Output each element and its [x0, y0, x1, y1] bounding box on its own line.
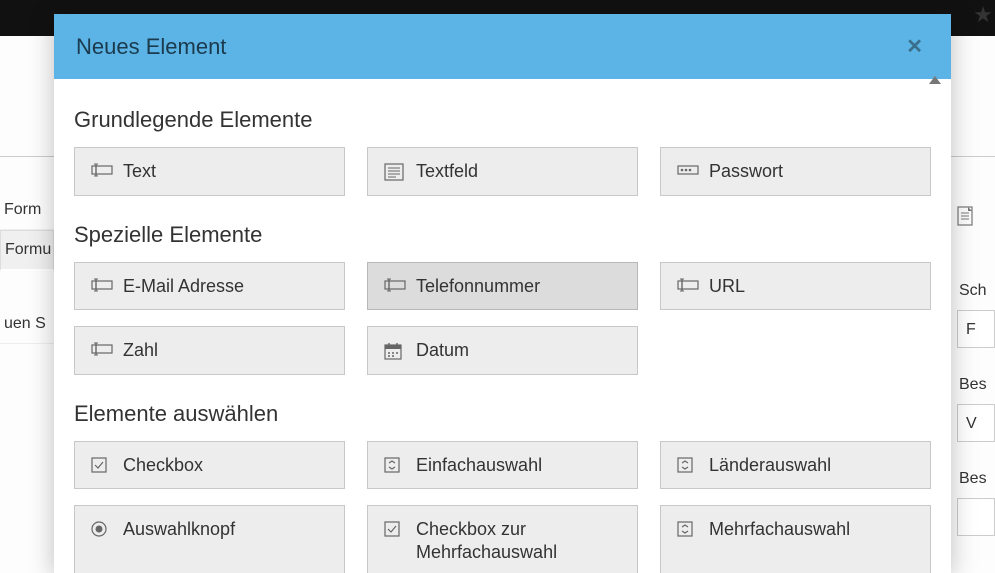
- text-input-icon: [91, 342, 109, 360]
- select-icon: [677, 457, 695, 475]
- select-icon: [384, 457, 402, 475]
- element-tile-url[interactable]: URL: [660, 262, 931, 311]
- element-tile-textfeld[interactable]: Textfeld: [367, 147, 638, 196]
- element-tile-datum[interactable]: Datum: [367, 326, 638, 375]
- element-tile-l-nderauswahl[interactable]: Länderauswahl: [660, 441, 931, 490]
- checkbox-icon: [91, 457, 109, 475]
- text-input-icon: [91, 278, 109, 296]
- element-tile-label: Einfachauswahl: [416, 454, 621, 477]
- bg-field[interactable]: [957, 498, 995, 536]
- element-grid: E-Mail Adresse Telefonnummer URL Zahl Datum: [74, 262, 931, 375]
- element-tile-label: Checkbox zur Mehrfachauswahl: [416, 518, 621, 563]
- bg-tab[interactable]: Formu: [0, 230, 54, 271]
- element-tile-checkbox[interactable]: Checkbox: [74, 441, 345, 490]
- element-tile-label: Zahl: [123, 339, 328, 362]
- star-icon: ★: [973, 2, 993, 28]
- section-title: Grundlegende Elemente: [74, 107, 931, 133]
- bg-field-label: Bes: [957, 376, 995, 394]
- section-title: Spezielle Elemente: [74, 222, 931, 248]
- element-tile-label: Länderauswahl: [709, 454, 914, 477]
- document-icon[interactable]: [957, 206, 995, 226]
- element-tile-telefonnummer[interactable]: Telefonnummer: [367, 262, 638, 311]
- element-tile-label: Mehrfachauswahl: [709, 518, 914, 541]
- bg-tab[interactable]: uen S: [0, 305, 54, 344]
- bg-tab[interactable]: Form: [0, 191, 54, 230]
- element-grid: Checkbox Einfachauswahl Länderauswahl Auswa…: [74, 441, 931, 573]
- element-tile-passwort[interactable]: Passwort: [660, 147, 931, 196]
- element-tile-label: Datum: [416, 339, 621, 362]
- element-tile-zahl[interactable]: Zahl: [74, 326, 345, 375]
- radio-icon: [91, 521, 109, 539]
- element-grid: Text Textfeld Passwort: [74, 147, 931, 196]
- bg-field[interactable]: F: [957, 310, 995, 348]
- text-input-icon: [384, 278, 402, 296]
- textarea-icon: [384, 163, 402, 181]
- bg-field-label: Sch: [957, 282, 995, 300]
- modal-title: Neues Element: [76, 34, 226, 60]
- element-tile-text[interactable]: Text: [74, 147, 345, 196]
- modal-body: Grundlegende Elemente Text Textfeld Passwor…: [54, 79, 951, 573]
- element-tile-auswahlknopf[interactable]: Auswahlknopf: [74, 505, 345, 573]
- element-tile-einfachauswahl[interactable]: Einfachauswahl: [367, 441, 638, 490]
- bg-field[interactable]: V: [957, 404, 995, 442]
- element-tile-label: Textfeld: [416, 160, 621, 183]
- scroll-up-arrow[interactable]: [929, 76, 941, 84]
- text-input-icon: [91, 163, 109, 181]
- checkbox-icon: [384, 521, 402, 539]
- element-tile-label: Text: [123, 160, 328, 183]
- select-icon: [677, 521, 695, 539]
- bg-field-label: Bes: [957, 470, 995, 488]
- element-tile-label: Checkbox: [123, 454, 328, 477]
- element-tile-label: URL: [709, 275, 914, 298]
- element-tile-label: Telefonnummer: [416, 275, 621, 298]
- section-title: Elemente auswählen: [74, 401, 931, 427]
- text-input-icon: [677, 278, 695, 296]
- element-tile-checkbox-zur-mehrfachauswahl[interactable]: Checkbox zur Mehrfachauswahl: [367, 505, 638, 573]
- element-tile-label: Passwort: [709, 160, 914, 183]
- new-element-modal: Neues Element ✕ Grundlegende Elemente Tex…: [54, 14, 951, 573]
- calendar-icon: [384, 342, 402, 360]
- element-tile-e-mail-adresse[interactable]: E-Mail Adresse: [74, 262, 345, 311]
- element-tile-label: Auswahlknopf: [123, 518, 328, 541]
- modal-header: Neues Element ✕: [54, 14, 951, 79]
- element-tile-label: E-Mail Adresse: [123, 275, 328, 298]
- password-icon: [677, 163, 695, 181]
- element-tile-mehrfachauswahl[interactable]: Mehrfachauswahl: [660, 505, 931, 573]
- close-button[interactable]: ✕: [900, 32, 929, 61]
